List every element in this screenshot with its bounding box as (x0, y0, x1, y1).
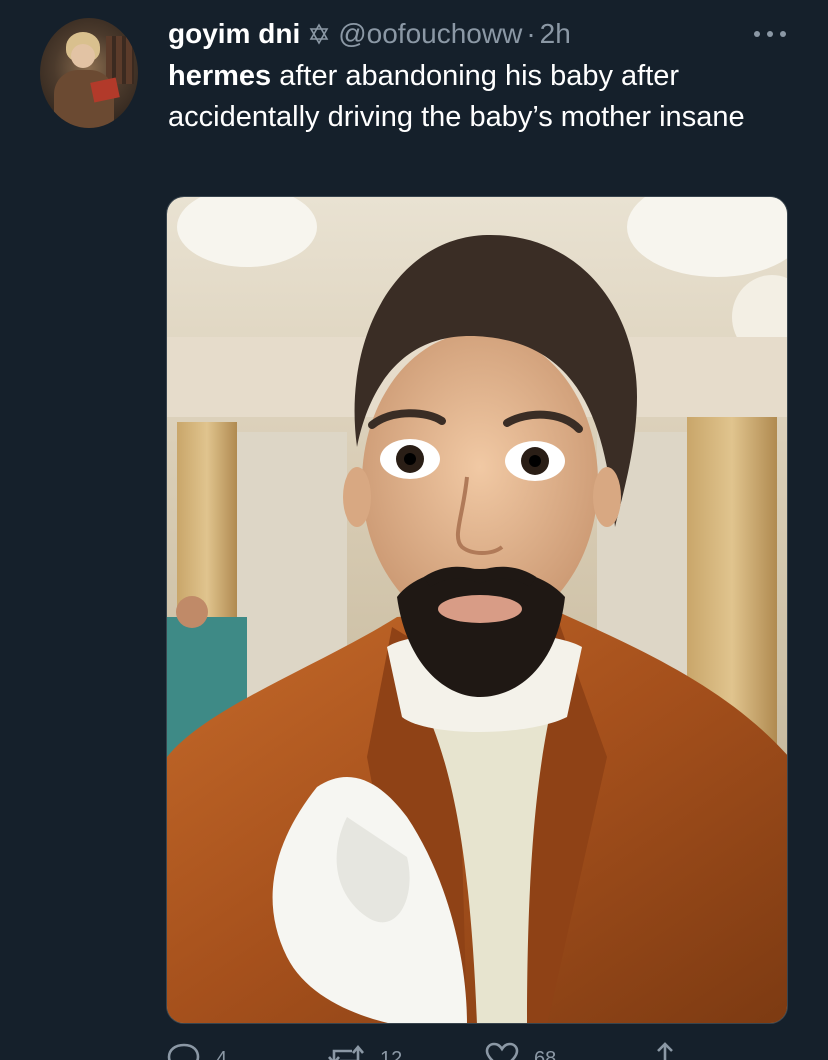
reply-icon (166, 1041, 202, 1060)
tweet-header: goyim dni @oofouchoww · 2h (168, 16, 571, 52)
avatar-face (71, 44, 95, 68)
heart-icon (484, 1041, 520, 1060)
handle[interactable]: @oofouchoww (338, 18, 522, 50)
avatar-book (90, 77, 120, 103)
tweet-text-bold: hermes (168, 60, 272, 92)
more-options-icon[interactable] (754, 28, 786, 40)
retweet-count: 12 (380, 1048, 403, 1060)
avatar[interactable] (40, 18, 138, 128)
separator-dot: · (526, 18, 536, 49)
tweet-photo[interactable] (166, 196, 788, 1024)
reply-button[interactable]: 4 (166, 1040, 326, 1060)
star-of-david-icon (308, 23, 330, 45)
timestamp[interactable]: 2h (540, 18, 571, 50)
retweet-icon (326, 1041, 366, 1060)
tweet-text: hermes after abandoning his baby after a… (168, 56, 768, 138)
tweet-actions: 4 12 68 (166, 1040, 686, 1060)
reply-count: 4 (216, 1048, 228, 1060)
avatar-bookshelf (106, 36, 134, 84)
tweet[interactable]: goyim dni @oofouchoww · 2h hermes after … (0, 0, 828, 1060)
share-button[interactable] (650, 1040, 680, 1060)
display-name[interactable]: goyim dni (168, 18, 300, 50)
like-count: 68 (534, 1048, 557, 1060)
like-button[interactable]: 68 (484, 1040, 650, 1060)
share-icon (650, 1040, 680, 1060)
retweet-button[interactable]: 12 (326, 1040, 484, 1060)
